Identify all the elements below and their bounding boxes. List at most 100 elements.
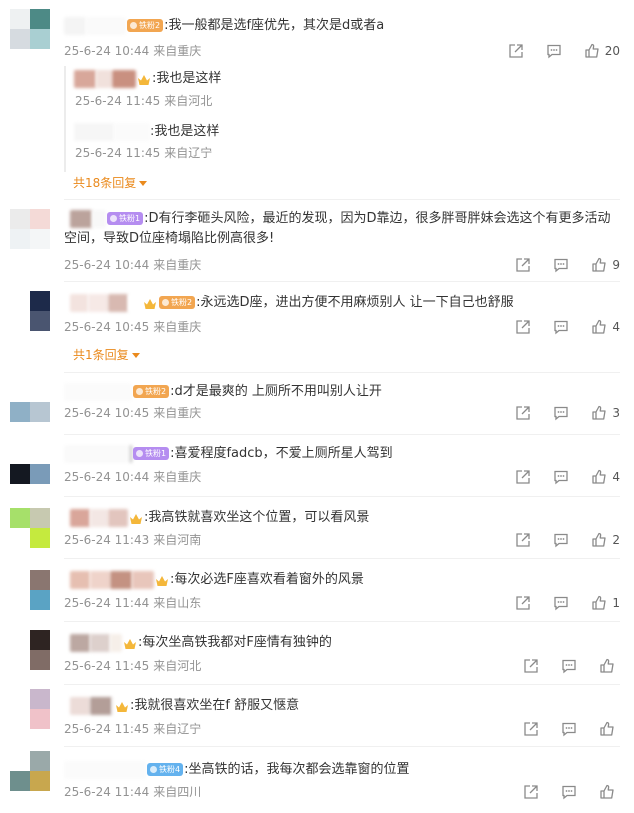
avatar[interactable] [10, 751, 50, 791]
location: 来自辽宁 [164, 146, 213, 160]
reply-button[interactable] [546, 43, 562, 59]
share-button[interactable] [515, 257, 531, 273]
comment-icon [554, 320, 569, 335]
comment-line: 铁粉1:D有行李砸头风险，最近的发现，因为D靠边，很多胖哥胖妹会选这个有更多活动… [64, 209, 620, 249]
comment-meta: 25-6-24 10:45 来自重庆 [64, 319, 201, 335]
reply-button[interactable] [553, 319, 569, 335]
reply-item: :我也是这样 25-6-24 11:45 来自河北 [74, 66, 620, 118]
comment-actions [501, 783, 620, 801]
avatar[interactable] [10, 291, 50, 331]
comment-line: 铁粉4:坐高铁的话，我每次都会选靠窗的位置 [64, 760, 620, 780]
reply-button[interactable] [561, 721, 577, 737]
username-blurred[interactable] [70, 633, 90, 652]
like-count: 4 [612, 470, 620, 484]
fan-badge: 铁粉4 [147, 763, 184, 776]
share-icon [516, 470, 531, 484]
reply-button[interactable] [553, 532, 569, 548]
like-button[interactable]: 20 [584, 43, 620, 59]
reply-button[interactable] [553, 405, 569, 421]
username-blurred[interactable] [64, 444, 130, 463]
comment-actions: 20 [486, 42, 620, 60]
avatar[interactable] [10, 444, 50, 484]
more-replies-link[interactable]: 共1条回复 [73, 347, 140, 363]
comment-icon [554, 470, 569, 485]
comment-text: :我一般都是选f座优先，其次是d或者a [164, 18, 385, 33]
reply-line: :我也是这样 [74, 122, 620, 142]
thumbs-up-icon [600, 721, 614, 736]
avatar[interactable] [10, 9, 50, 49]
share-button[interactable] [515, 595, 531, 611]
comment-actions [501, 657, 620, 675]
timestamp: 25-6-24 11:44 [64, 596, 150, 610]
share-button[interactable] [515, 532, 531, 548]
reply-line: :我也是这样 [74, 69, 620, 89]
timestamp: 25-6-24 11:45 [75, 146, 161, 160]
username-blurred[interactable] [64, 16, 86, 35]
comment-text: :我就很喜欢坐在f 舒服又惬意 [130, 698, 300, 713]
username-blurred[interactable] [74, 122, 114, 141]
comment-actions: 4 [493, 468, 620, 486]
reply-button[interactable] [561, 658, 577, 674]
share-button[interactable] [515, 405, 531, 421]
username-blurred[interactable] [74, 69, 96, 88]
timestamp: 25-6-24 11:43 [64, 533, 150, 547]
share-icon [524, 659, 538, 673]
reply-button[interactable] [553, 595, 569, 611]
like-button[interactable]: 4 [591, 319, 620, 335]
username-blurred[interactable] [70, 696, 90, 715]
comment-meta: 25-6-24 10:45 来自重庆 [64, 405, 201, 421]
share-button[interactable] [523, 658, 539, 674]
share-button[interactable] [523, 784, 539, 800]
like-count: 3 [612, 406, 620, 420]
more-replies-link[interactable]: 共18条回复 [73, 175, 148, 191]
thumbs-up-icon [585, 43, 599, 58]
comment-actions: 1 [493, 594, 620, 612]
comment-line: 铁粉1:喜爱程度fadcb，不爱上厕所星人驾到 [64, 444, 620, 464]
username-blurred[interactable] [70, 508, 90, 527]
username-blurred[interactable] [70, 209, 92, 228]
reply-button[interactable] [553, 469, 569, 485]
share-button[interactable] [515, 469, 531, 485]
caret-down-icon [139, 181, 148, 186]
comment-icon [554, 596, 569, 611]
thumbs-up-icon [592, 469, 607, 484]
share-icon [516, 406, 531, 420]
like-button[interactable]: 1 [591, 595, 620, 611]
username-blurred[interactable] [70, 293, 88, 312]
avatar[interactable] [10, 382, 50, 422]
avatar[interactable] [10, 209, 50, 249]
avatar[interactable] [10, 689, 50, 729]
username-blurred[interactable] [64, 760, 146, 779]
fan-badge: 铁粉2 [127, 19, 164, 32]
share-button[interactable] [508, 43, 524, 59]
avatar[interactable] [10, 570, 50, 610]
timestamp: 25-6-24 10:44 [64, 258, 150, 272]
avatar[interactable] [10, 630, 50, 670]
comment-item: :每次必选F座喜欢看着窗外的风景 25-6-24 11:44 来自山东 1 [0, 559, 634, 621]
location: 来自重庆 [153, 44, 202, 58]
fan-badge: 铁粉2 [159, 296, 196, 309]
comment-item: :我高铁就喜欢坐这个位置，可以看风景 25-6-24 11:43 来自河南 2 [0, 497, 634, 557]
like-button[interactable]: 2 [591, 532, 620, 548]
share-icon [516, 320, 531, 334]
crown-icon [143, 297, 157, 309]
share-icon [524, 722, 538, 736]
like-button[interactable]: 9 [591, 257, 620, 273]
share-button[interactable] [523, 721, 539, 737]
comment-actions: 4 [493, 318, 620, 336]
username-blurred[interactable] [70, 570, 90, 589]
comment-icon [554, 533, 569, 548]
reply-button[interactable] [553, 257, 569, 273]
avatar[interactable] [10, 508, 50, 548]
like-button[interactable]: 3 [591, 405, 620, 421]
share-button[interactable] [515, 319, 531, 335]
reply-button[interactable] [561, 784, 577, 800]
like-button[interactable]: 4 [591, 469, 620, 485]
username-blurred[interactable] [64, 382, 132, 401]
like-button[interactable] [599, 721, 620, 737]
reply-meta: 25-6-24 11:45 来自辽宁 [75, 145, 212, 161]
thumbs-up-icon [592, 532, 607, 547]
like-button[interactable] [599, 784, 620, 800]
like-button[interactable] [599, 658, 620, 674]
comment-actions: 3 [493, 404, 620, 422]
